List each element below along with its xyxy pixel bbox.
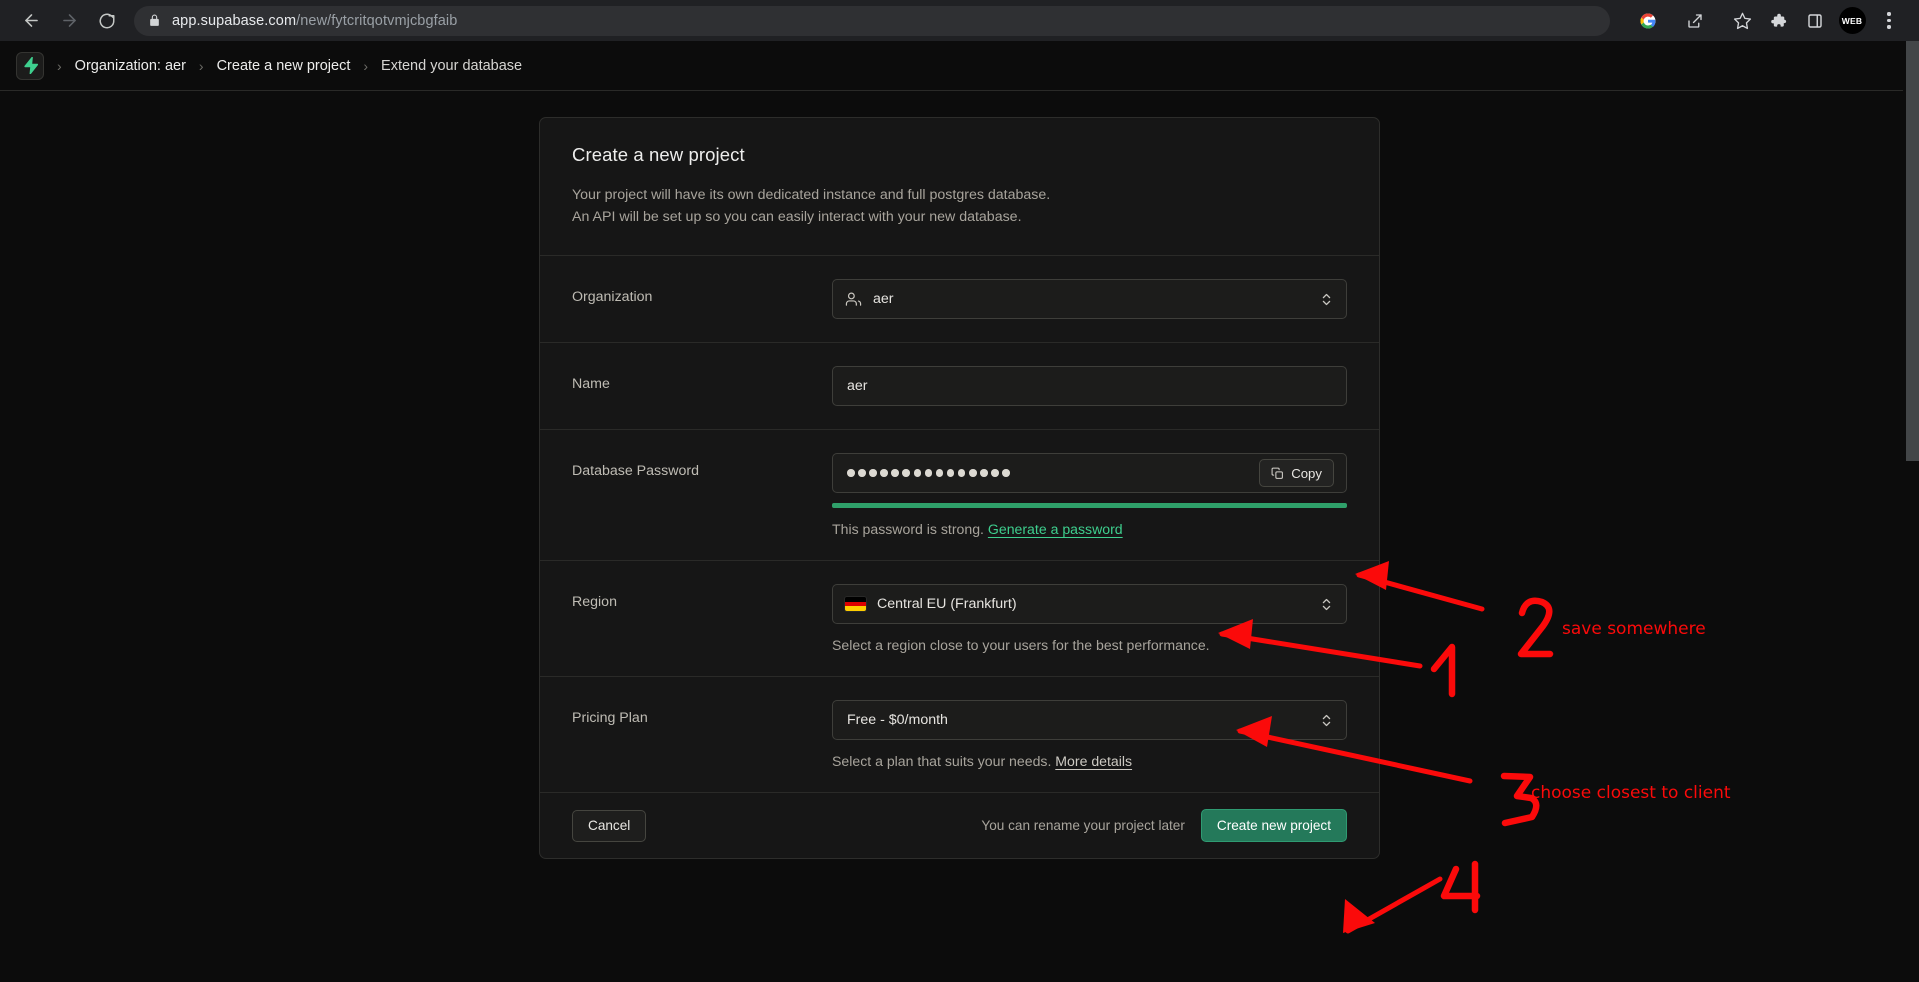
extensions-puzzle-icon[interactable] (1762, 5, 1794, 37)
password-helper: This password is strong. Generate a pass… (832, 521, 1347, 537)
annotation-arrow-4 (1345, 876, 1443, 934)
page-content: › Organization: aer › Create a new proje… (0, 41, 1919, 982)
forward-button[interactable] (52, 4, 86, 38)
row-region: Region Central EU (Frankfurt) Select a r… (540, 560, 1379, 676)
rename-note: You can rename your project later (981, 818, 1185, 833)
chevron-up-down-icon (1319, 713, 1334, 728)
password-strength-bar (832, 503, 1347, 508)
bookmark-star-icon[interactable] (1726, 5, 1758, 37)
omnibox-actions (1622, 5, 1758, 37)
region-field: Central EU (Frankfurt) Select a region c… (832, 584, 1347, 653)
card-description-line1: Your project will have its own dedicated… (572, 187, 1051, 203)
breadcrumb-item-extend-database[interactable]: Extend your database (381, 58, 522, 74)
row-organization: Organization aer (540, 255, 1379, 342)
browser-toolbar: app.supabase.com/new/fytcritqotvmjcbgfai… (0, 0, 1919, 41)
avatar: WEB (1838, 7, 1866, 34)
region-value: Central EU (Frankfurt) (877, 596, 1017, 612)
organization-field: aer (832, 279, 1347, 319)
breadcrumb-item-create-project[interactable]: Create a new project (217, 58, 351, 74)
page-scrollbar[interactable] (1903, 41, 1919, 982)
share-icon[interactable] (1679, 5, 1711, 37)
breadcrumb-item-organization[interactable]: Organization: aer (75, 58, 186, 74)
more-details-link[interactable]: More details (1055, 753, 1132, 769)
create-new-project-button[interactable]: Create new project (1200, 809, 1347, 842)
card-description: Your project will have its own dedicated… (572, 184, 1347, 228)
back-button[interactable] (14, 4, 48, 38)
organization-value: aer (873, 291, 894, 307)
chevron-up-down-icon (1319, 597, 1334, 612)
arrow-right-icon (62, 14, 76, 27)
create-project-card: Create a new project Your project will h… (539, 117, 1380, 859)
password-masked-value (845, 469, 1248, 477)
card-footer: Cancel You can rename your project later… (540, 792, 1379, 858)
side-panel-icon[interactable] (1799, 5, 1831, 37)
row-database-password: Database Password Copy This password is … (540, 429, 1379, 560)
card-description-line2: An API will be set up so you can easily … (572, 209, 1022, 225)
breadcrumb-separator-3: › (363, 57, 369, 74)
copy-icon (1271, 467, 1284, 480)
reload-icon (99, 13, 115, 28)
name-field: aer (832, 366, 1347, 406)
copy-button-label: Copy (1291, 465, 1322, 481)
google-icon[interactable] (1632, 5, 1664, 37)
pricing-plan-helper: Select a plan that suits your needs. Mor… (832, 753, 1347, 769)
region-select[interactable]: Central EU (Frankfurt) (832, 584, 1347, 624)
organization-label: Organization (572, 289, 653, 305)
breadcrumb: › Organization: aer › Create a new proje… (0, 41, 1919, 91)
card-header: Create a new project Your project will h… (540, 118, 1379, 255)
page-title: Create a new project (572, 144, 745, 165)
row-name: Name aer (540, 342, 1379, 429)
password-strength-text: This password is strong. (832, 521, 984, 537)
row-pricing-plan: Pricing Plan Free - $0/month Select a pl… (540, 676, 1379, 792)
browser-extension-icons: WEB (1762, 5, 1905, 37)
cancel-button[interactable]: Cancel (572, 809, 647, 842)
annotation-number-4 (1440, 860, 1481, 914)
supabase-lightning-icon[interactable] (16, 51, 44, 80)
region-helper: Select a region close to your users for … (832, 637, 1210, 653)
profile-avatar[interactable]: WEB (1836, 5, 1868, 37)
pricing-plan-value: Free - $0/month (847, 712, 948, 728)
database-password-label: Database Password (572, 463, 699, 479)
scrollbar-thumb[interactable] (1906, 41, 1919, 461)
pricing-plan-select[interactable]: Free - $0/month (832, 700, 1347, 740)
url-text: app.supabase.com/new/fytcritqotvmjcbgfai… (172, 13, 1598, 29)
copy-password-button[interactable]: Copy (1259, 459, 1334, 487)
chevron-up-down-icon (1319, 292, 1334, 307)
project-name-input[interactable]: aer (832, 366, 1347, 406)
arrow-left-icon (24, 14, 38, 27)
project-name-value: aer (847, 378, 868, 394)
users-icon (845, 291, 862, 308)
reload-button[interactable] (90, 4, 124, 38)
pricing-plan-helper-text: Select a plan that suits your needs. (832, 753, 1052, 769)
pricing-plan-field: Free - $0/month Select a plan that suits… (832, 700, 1347, 769)
address-bar[interactable]: app.supabase.com/new/fytcritqotvmjcbgfai… (134, 5, 1610, 36)
three-dot-menu-icon[interactable] (1873, 5, 1905, 37)
pricing-plan-label: Pricing Plan (572, 710, 648, 726)
name-label: Name (572, 376, 610, 392)
organization-select[interactable]: aer (832, 279, 1347, 319)
region-label: Region (572, 594, 617, 610)
card-container: Create a new project Your project will h… (0, 91, 1919, 859)
breadcrumb-separator-1: › (57, 57, 62, 74)
database-password-field: Copy This password is strong. Generate a… (832, 453, 1347, 537)
generate-password-link[interactable]: Generate a password (988, 521, 1123, 537)
flag-germany-icon (845, 597, 866, 611)
database-password-input[interactable]: Copy (832, 453, 1347, 493)
lock-icon (148, 14, 161, 27)
url-path: /new/fytcritqotvmjcbgfaib (296, 12, 458, 29)
breadcrumb-separator-2: › (198, 57, 204, 74)
url-host: app.supabase.com (172, 12, 297, 29)
